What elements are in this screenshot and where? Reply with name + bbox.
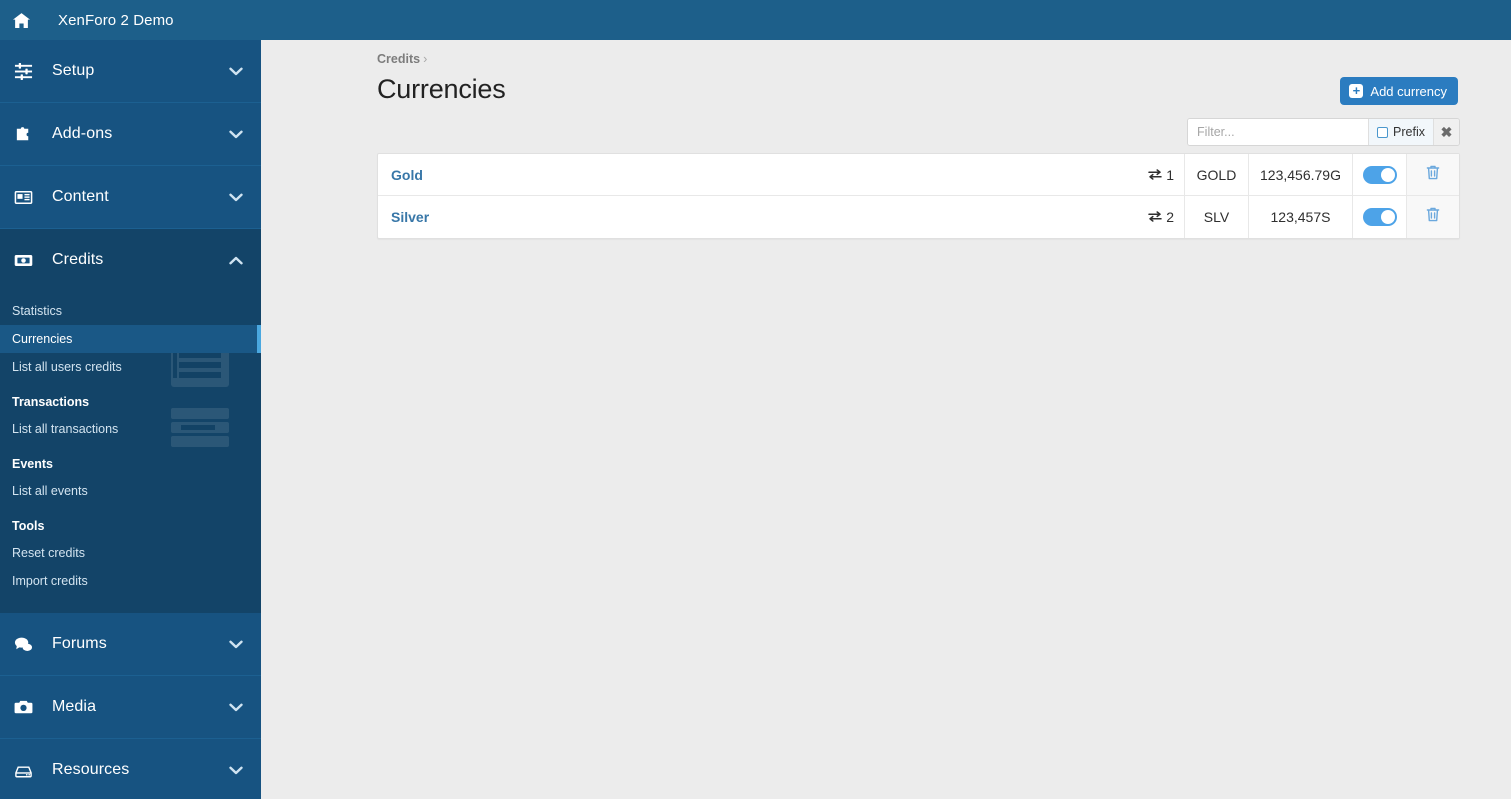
credits-submenu: Statistics Currencies List all users cre… [0,291,261,613]
chevron-down-icon[interactable] [229,130,243,139]
currency-value-cell: 123,456.79G [1249,154,1353,195]
filter-bar: Prefix ✖ [1187,118,1460,146]
delete-currency-button[interactable] [1407,154,1459,195]
sidebar-group-label: Credits [52,251,104,268]
page-title: Currencies [377,74,506,104]
filter-input[interactable] [1188,119,1369,145]
sidebar-group-credits[interactable]: Credits Statistics Currencies List all u… [0,229,261,613]
currencies-table: Gold 1 GOLD 123,456.79G Silver 2 SLV 123… [377,153,1460,239]
sidebar-group-resources-header[interactable]: Resources [0,739,261,799]
sidebar-item-reset-credits[interactable]: Reset credits [0,539,261,567]
add-currency-button-label: Add currency [1370,83,1447,99]
chevron-down-icon[interactable] [229,766,243,775]
sidebar-group-forums[interactable]: Forums [0,613,261,676]
sidebar-group-resources[interactable]: Resources [0,739,261,799]
sidebar-item-statistics[interactable]: Statistics [0,297,261,325]
chevron-up-icon[interactable] [229,256,243,265]
currency-value-cell: 123,457S [1249,196,1353,238]
banknote-icon [14,251,40,270]
toggle-knob [1380,210,1395,224]
currency-enabled-cell [1353,196,1407,238]
sidebar-group-label: Setup [52,62,95,79]
currency-order-value: 2 [1166,209,1174,225]
chevron-down-icon[interactable] [229,193,243,202]
main-content: Credits› Currencies + Add currency Prefi… [261,40,1511,799]
sidebar-group-media[interactable]: Media [0,676,261,739]
toggle-knob [1380,167,1395,182]
plus-icon: + [1349,84,1364,98]
sidebar-item-list-all-transactions[interactable]: List all transactions [0,415,261,443]
camera-icon [14,698,40,717]
sidebar-item-list-all-events[interactable]: List all events [0,477,261,505]
currency-order-cell[interactable]: 1 [1129,154,1185,195]
currency-code-cell: SLV [1185,196,1249,238]
checkbox-box[interactable] [1377,126,1389,138]
clear-filter-button[interactable]: ✖ [1433,119,1459,145]
table-row[interactable]: Silver 2 SLV 123,457S [378,196,1459,238]
top-bar: XenForo 2 Demo [0,0,1511,40]
close-icon: ✖ [1440,123,1453,140]
sidebar-item-list-all-users-credits[interactable]: List all users credits [0,353,261,381]
exchange-icon [1148,167,1162,183]
currency-order-value: 1 [1166,166,1174,183]
breadcrumb: Credits › [377,52,427,66]
currency-code-cell: GOLD [1185,154,1249,195]
drive-icon [14,761,40,780]
sidebar-group-label: Media [52,698,97,715]
chevron-down-icon[interactable] [229,703,243,712]
sidebar-group-content-header[interactable]: Content [0,166,261,228]
home-icon[interactable] [0,12,42,29]
newspaper-icon [14,188,40,207]
sidebar-group-forums-header[interactable]: Forums [0,613,261,675]
prefix-checkbox-label: Prefix [1393,125,1425,139]
enabled-toggle[interactable] [1362,165,1397,184]
puzzle-icon [14,125,40,144]
sidebar-group-content[interactable]: Content [0,166,261,229]
credits-submenu-heading-tools: Tools [12,519,45,533]
sidebar-group-add-ons[interactable]: Add-ons [0,103,261,166]
add-currency-button[interactable]: + Add currency [1340,77,1458,105]
currency-order-cell[interactable]: 2 [1129,196,1185,238]
sidebar-group-label: Add-ons [52,125,113,142]
currency-name-cell: Silver [378,196,1129,238]
currency-link[interactable]: Gold [391,167,423,183]
sidebar-group-setup-header[interactable]: Setup [0,40,261,102]
enabled-toggle[interactable] [1362,208,1397,226]
currency-name-cell: Gold [378,154,1129,195]
sidebar-group-label: Content [52,188,109,205]
currency-enabled-cell [1353,154,1407,195]
sidebar-group-media-header[interactable]: Media [0,676,261,738]
chevron-down-icon[interactable] [229,640,243,649]
breadcrumb-item-credits[interactable]: Credits [377,52,420,66]
delete-currency-button[interactable] [1407,196,1459,238]
sidebar-group-label: Resources [52,761,130,778]
trash-icon [1425,206,1441,228]
sidebar-group-add-ons-header[interactable]: Add-ons [0,103,261,165]
credits-submenu-heading-events: Events [12,457,53,471]
sidebar: Setup Add-ons Content Credits Statistics… [0,40,261,799]
sliders-icon [14,62,40,81]
trash-icon [1425,164,1441,186]
site-title: XenForo 2 Demo [58,11,174,29]
sidebar-item-import-credits[interactable]: Import credits [0,567,261,595]
sidebar-group-setup[interactable]: Setup [0,40,261,103]
chevron-down-icon[interactable] [229,67,243,76]
prefix-checkbox[interactable]: Prefix [1368,119,1433,145]
sidebar-group-credits-header[interactable]: Credits [0,229,261,291]
currency-link[interactable]: Silver [391,209,429,225]
breadcrumb-separator: › [423,52,428,66]
comments-icon [14,635,40,654]
table-row[interactable]: Gold 1 GOLD 123,456.79G [378,154,1459,196]
sidebar-group-label: Forums [52,635,107,652]
credits-submenu-heading-transactions: Transactions [12,395,90,409]
sidebar-item-currencies[interactable]: Currencies [0,325,261,353]
exchange-icon [1148,209,1162,225]
